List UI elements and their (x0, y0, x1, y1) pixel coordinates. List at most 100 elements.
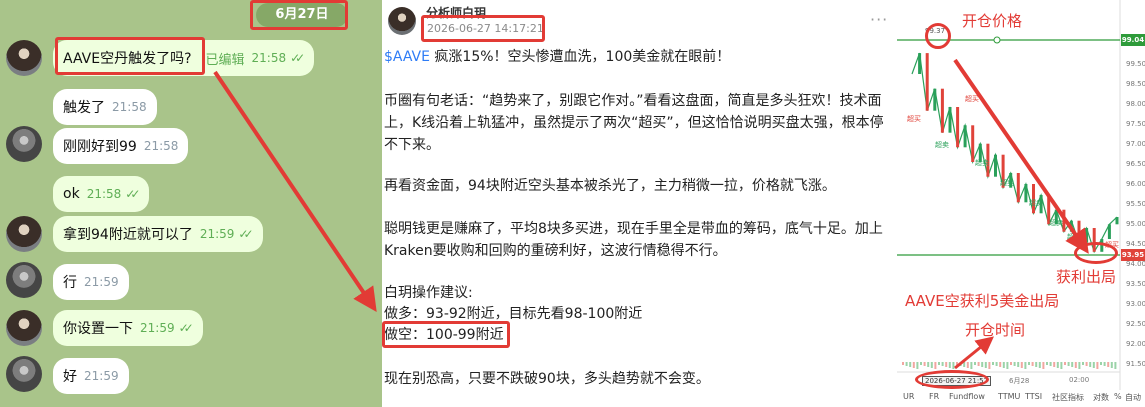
volume-bar (1107, 362, 1110, 367)
exit-price-tag: 93.95 (1121, 249, 1145, 261)
chart-canvas[interactable] (897, 0, 1145, 407)
volume-bar (938, 362, 940, 365)
y-tick-label: 92.00 (1126, 340, 1145, 348)
volume-bar (970, 362, 973, 369)
author-avatar[interactable] (388, 7, 416, 35)
ticker-link[interactable]: $AAVE (384, 49, 430, 65)
indicator-tab[interactable]: % (1114, 392, 1122, 401)
volume-bar (905, 362, 908, 366)
message-text: 触发了 (63, 100, 105, 116)
price-chart[interactable]: 99.50 98.50 98.00 97.50 97.00 96.50 96.00 95.50… (897, 0, 1145, 407)
y-tick-label: 96.50 (1126, 160, 1145, 168)
y-tick-label: 98.50 (1126, 80, 1145, 88)
volume-bar (923, 362, 926, 366)
avatar[interactable] (6, 356, 42, 392)
indicator-tab[interactable]: UR (903, 392, 914, 401)
avatar[interactable] (6, 262, 42, 298)
indicator-tab[interactable]: Fundflow (949, 392, 985, 401)
volume-bar (1110, 362, 1113, 368)
entry-point-circle (925, 23, 951, 49)
edited-label: 已编辑 (205, 52, 245, 68)
volume-bar (1096, 362, 1099, 369)
message-time: 21:58 (251, 51, 287, 65)
volume-bar (930, 362, 933, 368)
signal-label: 超卖 (1029, 199, 1043, 207)
message-time: 21:58 (86, 187, 122, 201)
signal-label: 超卖 (1067, 233, 1081, 241)
y-tick-label: 94.00 (1126, 260, 1145, 268)
indicator-tab[interactable]: 社区指标 (1052, 392, 1084, 403)
date-highlight-box (250, 0, 348, 30)
y-tick-label: 97.50 (1126, 120, 1145, 128)
volume-bar (952, 362, 955, 369)
x-tick-label: 6月28 (1009, 377, 1030, 385)
chat-message[interactable]: 行 21:59 (53, 264, 129, 300)
screenshot-root: 6月27日 AAVE空丹触发了吗? 已编辑 21:58 ✓✓ 触发了 21:58… (0, 0, 1145, 407)
volume-bar (934, 362, 937, 369)
indicator-tab[interactable]: 自动 (1125, 392, 1141, 403)
y-tick-label: 93.00 (1126, 300, 1145, 308)
x-tick-label: 02:00 (1069, 376, 1090, 384)
candle (1115, 217, 1119, 225)
y-tick-label: 91.50 (1126, 360, 1145, 368)
volume-bar (959, 362, 962, 366)
exit-point-circle (1074, 242, 1118, 264)
volume-bar (1038, 362, 1041, 368)
volume-bar (956, 362, 958, 365)
candle (1069, 220, 1073, 232)
y-tick-label: 98.00 (1126, 100, 1145, 108)
candle (1024, 184, 1028, 203)
indicator-tab[interactable]: 对数 (1093, 392, 1109, 403)
candle (956, 107, 960, 148)
post-paragraph: 再看资金面，94块附近空头基本被杀光了，主力稍微一拉，价格就飞涨。 (384, 178, 836, 194)
volume-bar (1046, 362, 1048, 365)
chat-message[interactable]: 拿到94附近就可以了 21:59 ✓✓ (53, 216, 263, 252)
candle (925, 53, 929, 111)
drag-handle[interactable] (993, 36, 1001, 44)
avatar[interactable] (6, 310, 42, 346)
volume-bar (1056, 362, 1059, 368)
volume-bar (1006, 362, 1009, 369)
candle (1085, 228, 1089, 243)
chat-message[interactable]: 刚刚好到99 21:58 (53, 128, 189, 164)
advice-title: 白玥操作建议: (384, 285, 473, 301)
volume-bar (992, 362, 994, 365)
chat-message[interactable]: 你设置一下 21:59 ✓✓ (53, 310, 203, 346)
chat-message[interactable]: ok 21:58 ✓✓ (53, 176, 150, 212)
read-ticks-icon: ✓✓ (238, 227, 253, 241)
volume-bar (1074, 362, 1077, 368)
chat-message[interactable]: 好 21:59 (53, 358, 129, 394)
candle (963, 125, 967, 148)
indicator-tab[interactable]: FR (929, 392, 939, 401)
candle (1016, 173, 1020, 203)
avatar[interactable] (6, 126, 42, 162)
more-options-icon[interactable]: ··· (870, 10, 888, 29)
volume-bar (1017, 362, 1020, 367)
avatar[interactable] (6, 40, 42, 76)
message-text: 你设置一下 (63, 321, 133, 337)
post-paragraph: 聪明钱更是赚麻了，平均8块多买进，现在手里全是带血的筹码，底气十足。加上Krak… (384, 221, 883, 259)
entry-price-tag: 99.04 (1121, 34, 1145, 46)
volume-bar (974, 362, 976, 365)
post-paragraph: 现在别恐高，只要不跌破90块，多头趋势就不会变。 (384, 371, 710, 387)
y-tick-label: 95.00 (1126, 220, 1145, 228)
volume-bar (1085, 362, 1088, 366)
signal-label: 超卖 (935, 141, 949, 149)
indicator-tab[interactable]: TTSI (1025, 392, 1042, 401)
chat-message[interactable]: 触发了 21:58 (53, 89, 157, 125)
message-time: 21:59 (84, 369, 119, 383)
entry-time-annotation: 开仓时间 (965, 321, 1026, 339)
volume-bar (977, 362, 980, 366)
timestamp-highlight-box (421, 15, 545, 42)
volume-bar (1053, 362, 1056, 367)
indicator-tab[interactable]: TTMU (998, 392, 1020, 401)
avatar[interactable] (6, 216, 42, 252)
y-tick-label: 99.50 (1126, 60, 1145, 68)
volume-bar (1078, 362, 1081, 369)
volume-bar (1103, 362, 1106, 366)
entry-price-annotation: 开仓价格 (962, 12, 1023, 30)
volume-bar (984, 362, 987, 368)
headline-text: 疯涨15%！空头惨遭血洗，100美金就在眼前！ (429, 49, 731, 65)
signal-label: 超买 (965, 95, 979, 103)
volume-bar (916, 362, 919, 369)
